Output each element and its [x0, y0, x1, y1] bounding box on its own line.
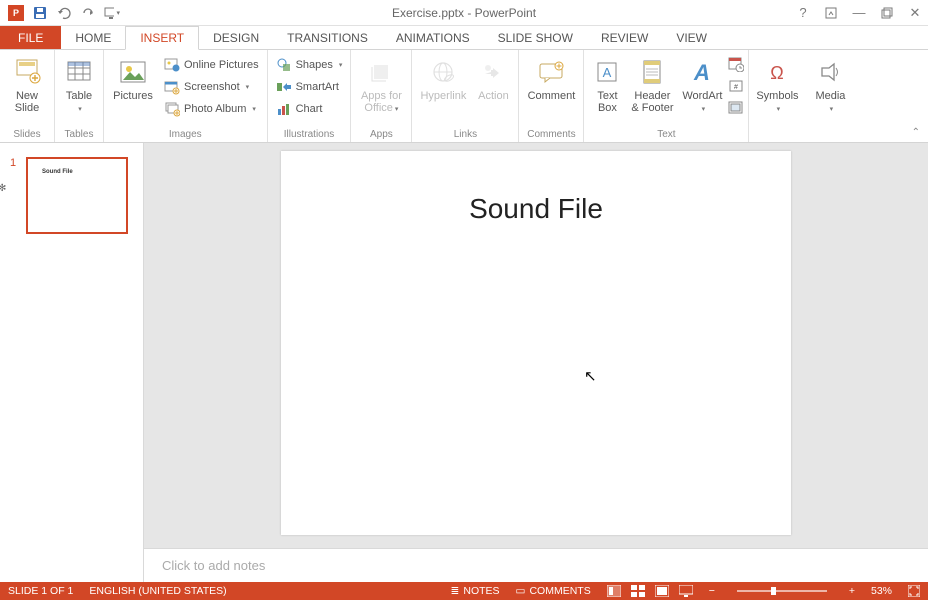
zoom-in-button[interactable]: + — [849, 585, 855, 597]
thumbnail-title: Sound File — [42, 169, 126, 175]
tab-transitions[interactable]: TRANSITIONS — [273, 26, 382, 49]
comments-toggle[interactable]: ▭ COMMENTS — [516, 585, 591, 597]
group-tables: Table▾ Tables — [55, 50, 104, 142]
tab-home[interactable]: HOME — [61, 26, 125, 49]
group-apps: Apps for Office▾ Apps — [351, 50, 412, 142]
group-label-apps: Apps — [355, 128, 407, 140]
group-label-images: Images — [108, 128, 263, 140]
media-button[interactable]: Media▾ — [809, 54, 851, 116]
slideshow-view-icon[interactable] — [679, 585, 693, 597]
restore-icon[interactable] — [880, 6, 894, 20]
minimize-icon[interactable]: — — [852, 6, 866, 20]
svg-text:#: # — [734, 84, 738, 91]
group-slides: New Slide Slides — [0, 50, 55, 142]
photo-album-button[interactable]: Photo Album▾ — [160, 98, 263, 120]
fit-to-window-icon[interactable] — [908, 585, 920, 597]
smartart-button[interactable]: SmartArt — [272, 76, 347, 98]
reading-view-icon[interactable] — [655, 585, 669, 597]
header-footer-button[interactable]: Header & Footer — [628, 54, 676, 114]
group-label-comments: Comments — [523, 128, 579, 140]
comment-button[interactable]: Comment — [523, 54, 579, 102]
zoom-slider[interactable] — [737, 590, 827, 592]
animation-indicator-icon: ✻ — [0, 183, 8, 194]
text-box-button[interactable]: A Text Box — [588, 54, 626, 114]
tab-view[interactable]: VIEW — [662, 26, 721, 49]
svg-text:Ω: Ω — [771, 63, 784, 83]
tab-slideshow[interactable]: SLIDE SHOW — [484, 26, 587, 49]
action-button[interactable]: Action — [472, 54, 514, 102]
normal-view-icon[interactable] — [607, 585, 621, 597]
group-label-links: Links — [416, 128, 514, 140]
tab-animations[interactable]: ANIMATIONS — [382, 26, 484, 49]
table-button[interactable]: Table▾ — [59, 54, 99, 116]
thumbnail-number: 1 — [10, 157, 20, 169]
zoom-out-button[interactable]: − — [709, 585, 715, 597]
group-media: Media▾ — [805, 50, 855, 142]
object-button[interactable] — [728, 100, 744, 122]
wordart-button[interactable]: A WordArt▾ — [678, 54, 726, 116]
ribbon-tabs: FILE HOME INSERT DESIGN TRANSITIONS ANIM… — [0, 26, 928, 50]
slide-sorter-view-icon[interactable] — [631, 585, 645, 597]
ribbon: New Slide Slides Table▾ Tables Pictures … — [0, 50, 928, 143]
collapse-ribbon-icon[interactable]: ⌃ — [912, 127, 920, 138]
hyperlink-button[interactable]: Hyperlink — [416, 54, 470, 102]
pictures-button[interactable]: Pictures — [108, 54, 158, 102]
group-illustrations: Shapes▾ SmartArt Chart Illustrations — [268, 50, 352, 142]
screenshot-button[interactable]: Screenshot▾ — [160, 76, 263, 98]
svg-text:A: A — [603, 65, 612, 80]
help-icon[interactable]: ? — [796, 6, 810, 20]
symbols-button[interactable]: Ω Symbols▾ — [753, 54, 801, 116]
title-bar: P ▾ Exercise.pptx - PowerPoint ? — ✕ — [0, 0, 928, 26]
chart-button[interactable]: Chart — [272, 98, 347, 120]
ribbon-display-icon[interactable] — [824, 6, 838, 20]
group-text: A Text Box Header & Footer A WordArt▾ # … — [584, 50, 749, 142]
status-bar: SLIDE 1 OF 1 ENGLISH (UNITED STATES) ≣ N… — [0, 582, 928, 600]
new-slide-button[interactable]: New Slide — [4, 54, 50, 114]
tab-review[interactable]: REVIEW — [587, 26, 662, 49]
undo-icon[interactable] — [56, 5, 72, 21]
slide[interactable]: Sound File ↖ — [281, 151, 791, 535]
redo-icon[interactable] — [80, 5, 96, 21]
shapes-button[interactable]: Shapes▾ — [272, 54, 347, 76]
tab-file[interactable]: FILE — [0, 26, 61, 49]
window-title: Exercise.pptx - PowerPoint — [392, 6, 536, 20]
save-icon[interactable] — [32, 5, 48, 21]
notes-toggle[interactable]: ≣ NOTES — [451, 585, 500, 597]
notes-icon: ≣ — [451, 585, 460, 597]
status-slide-info[interactable]: SLIDE 1 OF 1 — [8, 585, 73, 597]
group-label-media — [809, 128, 851, 140]
slide-thumbnail-1[interactable]: Sound File — [26, 157, 128, 234]
group-label-slides: Slides — [4, 128, 50, 140]
slide-title-text[interactable]: Sound File — [281, 193, 791, 225]
tab-design[interactable]: DESIGN — [199, 26, 273, 49]
mouse-cursor-icon: ↖ — [584, 367, 597, 385]
date-time-button[interactable] — [728, 56, 744, 78]
group-label-tables: Tables — [59, 128, 99, 140]
group-symbols: Ω Symbols▾ — [749, 50, 805, 142]
zoom-level[interactable]: 53% — [871, 585, 892, 597]
close-icon[interactable]: ✕ — [908, 6, 922, 20]
slide-thumbnail-panel: 1 ✻ Sound File — [0, 143, 144, 582]
group-label-symbols — [753, 128, 801, 140]
apps-for-office-button[interactable]: Apps for Office▾ — [355, 54, 407, 116]
notes-pane[interactable]: Click to add notes — [144, 548, 928, 582]
slide-canvas[interactable]: Sound File ↖ — [144, 143, 928, 548]
group-links: Hyperlink Action Links — [412, 50, 519, 142]
svg-text:A: A — [693, 60, 710, 84]
group-comments: Comment Comments — [519, 50, 584, 142]
online-pictures-button[interactable]: Online Pictures — [160, 54, 263, 76]
comments-icon: ▭ — [516, 585, 526, 597]
group-label-text: Text — [588, 128, 744, 140]
status-language[interactable]: ENGLISH (UNITED STATES) — [89, 585, 226, 597]
app-icon: P — [8, 5, 24, 21]
group-label-illustrations: Illustrations — [272, 128, 347, 140]
tab-insert[interactable]: INSERT — [125, 26, 199, 50]
start-from-beginning-icon[interactable]: ▾ — [104, 5, 120, 21]
main-area: 1 ✻ Sound File Sound File ↖ Click to add… — [0, 143, 928, 582]
group-images: Pictures Online Pictures Screenshot▾ Pho… — [104, 50, 268, 142]
slide-number-button[interactable]: # — [728, 78, 744, 100]
